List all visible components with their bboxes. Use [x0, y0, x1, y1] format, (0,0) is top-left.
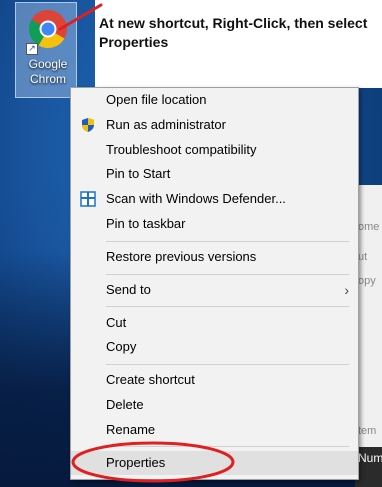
- background-window: ome ut opy tem Num: [355, 185, 382, 487]
- menu-item-cut[interactable]: Cut: [71, 311, 358, 335]
- shortcut-label-line: Google: [28, 57, 68, 71]
- menu-item-scan-with-windows-defender[interactable]: Scan with Windows Defender...: [71, 187, 358, 211]
- menu-item-pin-to-start[interactable]: Pin to Start: [71, 162, 358, 186]
- menu-item-open-file-location[interactable]: Open file location: [71, 88, 358, 112]
- shortcut-label-line: Chrom: [29, 72, 66, 86]
- background-window-text: opy: [358, 275, 376, 287]
- menu-item-delete[interactable]: Delete: [71, 393, 358, 417]
- menu-item-label: Open file location: [106, 92, 207, 107]
- menu-item-copy[interactable]: Copy: [71, 335, 358, 359]
- menu-item-label: Create shortcut: [106, 372, 195, 387]
- menu-separator: [106, 274, 349, 275]
- background-window-text: Num: [358, 451, 382, 465]
- menu-item-pin-to-taskbar[interactable]: Pin to taskbar: [71, 212, 358, 236]
- background-window-text: ome: [358, 221, 380, 233]
- menu-item-label: Cut: [106, 315, 127, 330]
- shortcut-label: Google Chrom: [18, 57, 78, 87]
- menu-separator: [106, 306, 349, 307]
- menu-item-label: Pin to Start: [106, 166, 171, 181]
- callout-text: At new shortcut, Right-Click, then selec…: [99, 15, 368, 50]
- menu-item-run-as-administrator[interactable]: Run as administrator: [71, 113, 358, 137]
- menu-item-rename[interactable]: Rename: [71, 418, 358, 442]
- menu-item-label: Send to: [106, 282, 151, 297]
- menu-item-create-shortcut[interactable]: Create shortcut: [71, 368, 358, 392]
- menu-item-label: Copy: [106, 339, 137, 354]
- menu-separator: [106, 241, 349, 242]
- shortcut-arrow-icon: ↗: [26, 43, 38, 55]
- menu-item-label: Properties: [106, 455, 166, 470]
- menu-item-label: Rename: [106, 422, 156, 437]
- menu-item-restore-previous-versions[interactable]: Restore previous versions: [71, 245, 358, 269]
- chrome-shortcut[interactable]: ↗ Google Chrom: [15, 2, 77, 98]
- background-window-dark-bar: Num: [355, 447, 382, 487]
- menu-item-properties[interactable]: Properties: [71, 451, 358, 475]
- uac-shield-icon: [82, 118, 94, 132]
- menu-item-label: Restore previous versions: [106, 249, 257, 264]
- windows-defender-icon: [80, 191, 96, 207]
- menu-item-label: Delete: [106, 397, 144, 412]
- chevron-right-icon: ›: [344, 282, 349, 298]
- menu-item-send-to[interactable]: Send to ›: [71, 278, 358, 302]
- background-window-text: ut: [358, 251, 368, 263]
- background-window-text: tem: [358, 425, 377, 437]
- menu-item-label: Pin to taskbar: [106, 216, 186, 231]
- menu-item-troubleshoot-compatibility[interactable]: Troubleshoot compatibility: [71, 138, 358, 162]
- menu-separator: [106, 364, 349, 365]
- menu-item-label: Run as administrator: [106, 117, 226, 132]
- menu-item-label: Scan with Windows Defender...: [106, 191, 286, 206]
- context-menu: Open file location Run as administrator …: [70, 87, 359, 480]
- instruction-callout: At new shortcut, Right-Click, then selec…: [95, 0, 382, 88]
- menu-separator: [106, 446, 349, 447]
- menu-item-label: Troubleshoot compatibility: [106, 142, 257, 157]
